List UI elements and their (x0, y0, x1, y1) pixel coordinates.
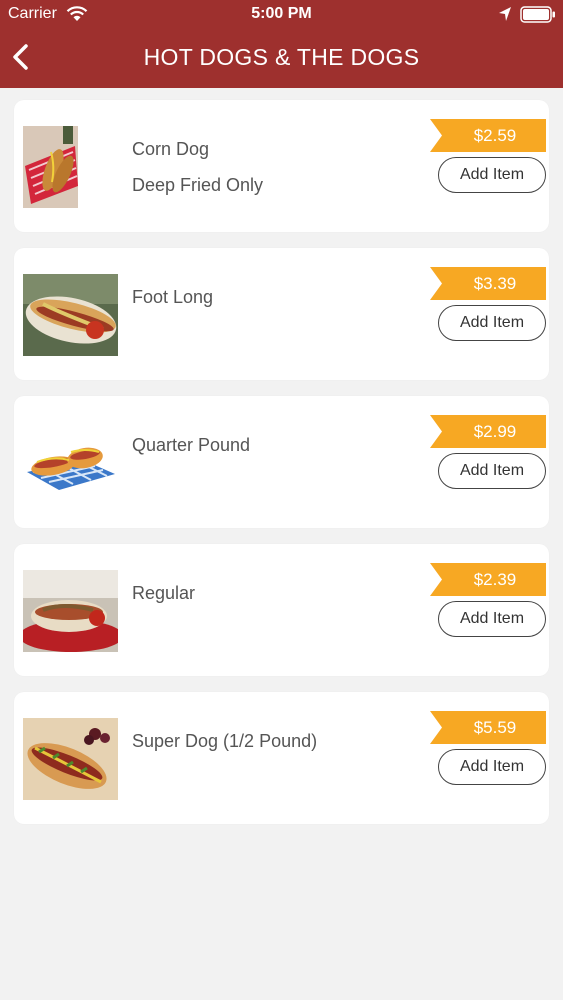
item-name: Corn Dog (132, 139, 210, 159)
add-item-button[interactable]: Add Item (438, 749, 546, 785)
item-price: $2.59 (473, 126, 517, 145)
menu-item-card: Corn Dog Deep Fried Only $2.59 Add Item (14, 100, 549, 232)
corn-dog-image (23, 126, 118, 208)
item-price: $2.99 (473, 422, 517, 441)
battery-icon (520, 6, 555, 23)
item-description: Deep Fried Only (132, 175, 264, 195)
price-tag: $2.39 (430, 563, 546, 596)
add-item-button[interactable]: Add Item (438, 305, 546, 341)
menu-item-card: Super Dog (1/2 Pound) $5.59 Add Item (14, 692, 549, 824)
price-tag: $5.59 (430, 711, 546, 744)
item-name: Super Dog (1/2 Pound) (132, 731, 318, 751)
item-price: $3.39 (473, 274, 517, 293)
add-item-button[interactable]: Add Item (438, 601, 546, 637)
item-price: $2.39 (473, 570, 517, 589)
item-name: Quarter Pound (132, 435, 251, 455)
clock: 5:00 PM (251, 5, 312, 22)
page-title: HOT DOGS & THE DOGS (143, 44, 420, 70)
price-tag: $2.59 (430, 119, 546, 152)
regular-hot-dog-image (23, 570, 118, 652)
nav-bar: HOT DOGS & THE DOGS (0, 30, 563, 88)
item-name: Foot Long (132, 287, 214, 307)
app-header: Carrier 5:00 PM HOT DOGS & THE DOGS (0, 0, 563, 88)
item-name: Regular (132, 583, 196, 603)
price-tag: $2.99 (430, 415, 546, 448)
menu-item-card: Regular $2.39 Add Item (14, 544, 549, 676)
price-tag: $3.39 (430, 267, 546, 300)
add-item-button[interactable]: Add Item (438, 453, 546, 489)
foot-long-image (23, 274, 118, 356)
super-dog-image (23, 718, 118, 800)
menu-list: Corn Dog Deep Fried Only $2.59 Add Item … (14, 100, 549, 840)
quarter-pound-image (23, 422, 118, 504)
status-bar: Carrier 5:00 PM (0, 0, 563, 30)
menu-item-card: Foot Long $3.39 Add Item (14, 248, 549, 380)
menu-item-card: Quarter Pound $2.99 Add Item (14, 396, 549, 528)
item-price: $5.59 (473, 718, 517, 737)
add-item-button[interactable]: Add Item (438, 157, 546, 193)
location-arrow-icon (499, 7, 511, 21)
